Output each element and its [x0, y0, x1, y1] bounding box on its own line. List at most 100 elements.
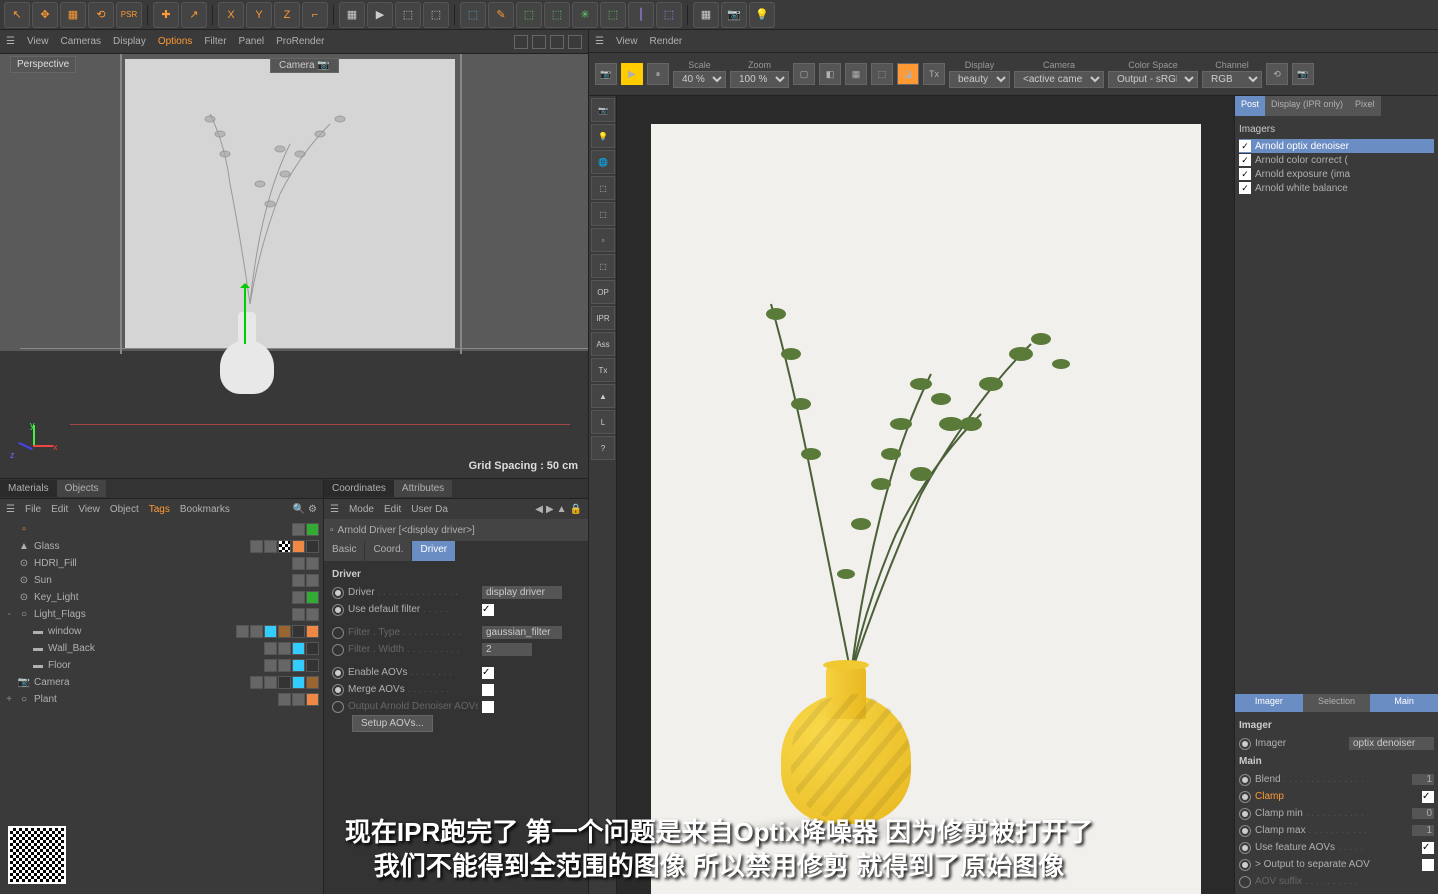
- sidebar-btn[interactable]: OP: [591, 280, 615, 304]
- object-row[interactable]: ▬Wall_Back: [0, 640, 323, 657]
- object-row[interactable]: ▲Glass: [0, 538, 323, 555]
- tab-display-ipr[interactable]: Display (IPR only): [1265, 96, 1349, 116]
- subtab-basic[interactable]: Basic: [324, 541, 365, 561]
- render-region-btn[interactable]: ⬚: [423, 2, 449, 28]
- object-row[interactable]: ⊙Sun: [0, 572, 323, 589]
- tags-menu[interactable]: Tags: [149, 504, 170, 515]
- refresh-btn[interactable]: ⟲: [1266, 63, 1288, 85]
- imager-item[interactable]: ✓Arnold color correct (: [1239, 153, 1434, 167]
- imager-item[interactable]: ✓Arnold optix denoiser: [1239, 139, 1434, 153]
- axis-y-btn[interactable]: Y: [246, 2, 272, 28]
- hamburger-icon[interactable]: ☰: [6, 504, 15, 515]
- render-btn[interactable]: ▶: [367, 2, 393, 28]
- nav-icon[interactable]: [532, 35, 546, 49]
- tab-main[interactable]: Main: [1370, 694, 1438, 712]
- tool-locator[interactable]: ↗: [181, 2, 207, 28]
- imager-item[interactable]: ✓Arnold white balance: [1239, 181, 1434, 195]
- imager-type-input[interactable]: [1349, 737, 1434, 750]
- display-select[interactable]: beauty: [949, 71, 1010, 88]
- search-icon[interactable]: 🔍: [293, 504, 305, 515]
- tab-imager[interactable]: Imager: [1235, 694, 1303, 712]
- display-menu[interactable]: Display: [113, 36, 146, 47]
- edit-menu[interactable]: Edit: [384, 504, 401, 515]
- sidebar-btn[interactable]: IPR: [591, 306, 615, 330]
- tool-rotate[interactable]: ⟲: [88, 2, 114, 28]
- tool-crosshair[interactable]: ✚: [153, 2, 179, 28]
- options-menu[interactable]: Options: [158, 36, 192, 47]
- userdata-menu[interactable]: User Da: [411, 504, 448, 515]
- sidebar-btn[interactable]: L: [591, 410, 615, 434]
- axis-x-btn[interactable]: X: [218, 2, 244, 28]
- lock-icon[interactable]: 🔒: [570, 504, 582, 515]
- picture-viewer-btn[interactable]: ⬚: [395, 2, 421, 28]
- nav-icon[interactable]: [568, 35, 582, 49]
- tool-select[interactable]: ↖: [4, 2, 30, 28]
- tool-move[interactable]: ✥: [32, 2, 58, 28]
- channel-select[interactable]: RGB: [1202, 71, 1262, 88]
- region-btn[interactable]: ▢: [793, 63, 815, 85]
- scale-select[interactable]: 40 %: [673, 71, 726, 88]
- floor-btn[interactable]: ▦: [693, 2, 719, 28]
- array-btn[interactable]: ⬚: [544, 2, 570, 28]
- tab-pixel[interactable]: Pixel: [1349, 96, 1381, 116]
- tab-coordinates[interactable]: Coordinates: [324, 480, 394, 497]
- sidebar-btn[interactable]: ⬚: [591, 254, 615, 278]
- edit-menu[interactable]: Edit: [51, 504, 68, 515]
- tab-objects[interactable]: Objects: [57, 480, 107, 497]
- imager-item[interactable]: ✓Arnold exposure (ima: [1239, 167, 1434, 181]
- hamburger-icon[interactable]: ☰: [595, 36, 604, 47]
- object-row[interactable]: +○Plant: [0, 691, 323, 708]
- sidebar-btn[interactable]: 📷: [591, 98, 615, 122]
- hamburger-icon[interactable]: ☰: [6, 36, 15, 47]
- nav-back-icon[interactable]: ◀: [535, 504, 543, 515]
- subtab-coord[interactable]: Coord.: [365, 541, 412, 561]
- sidebar-btn[interactable]: ⬚: [591, 176, 615, 200]
- nav-icon[interactable]: [514, 35, 528, 49]
- hamburger-icon[interactable]: ☰: [330, 504, 339, 515]
- filter-menu[interactable]: Filter: [204, 36, 226, 47]
- sidebar-btn[interactable]: Tx: [591, 358, 615, 382]
- deformer-btn[interactable]: ⎮: [628, 2, 654, 28]
- object-row[interactable]: ▬window: [0, 623, 323, 640]
- tab-attributes[interactable]: Attributes: [394, 480, 452, 497]
- cameras-menu[interactable]: Cameras: [60, 36, 101, 47]
- coord-system-btn[interactable]: ⌐: [302, 2, 328, 28]
- nav-up-icon[interactable]: ▲: [557, 504, 567, 515]
- bookmarks-menu[interactable]: Bookmarks: [180, 504, 230, 515]
- field-btn[interactable]: ⬚: [656, 2, 682, 28]
- camera-select[interactable]: <active camera>: [1014, 71, 1104, 88]
- tab-materials[interactable]: Materials: [0, 480, 57, 497]
- view-menu[interactable]: View: [616, 36, 638, 47]
- nav-icon[interactable]: [550, 35, 564, 49]
- sidebar-btn[interactable]: ▲: [591, 384, 615, 408]
- object-row[interactable]: 📷Camera: [0, 674, 323, 691]
- colorspace-select[interactable]: Output - sRGB: [1108, 71, 1198, 88]
- render-menu[interactable]: Render: [649, 36, 682, 47]
- file-menu[interactable]: File: [25, 504, 41, 515]
- view-menu[interactable]: View: [78, 504, 100, 515]
- render-settings-btn[interactable]: ▦: [339, 2, 365, 28]
- play-button[interactable]: ▶: [621, 63, 643, 85]
- overlay-btn[interactable]: ▦: [845, 63, 867, 85]
- crop-btn[interactable]: ◧: [819, 63, 841, 85]
- cloner-btn[interactable]: ⬚: [600, 2, 626, 28]
- zoom-select[interactable]: 100 %: [730, 71, 789, 88]
- snapshot2-btn[interactable]: 📷: [1292, 63, 1314, 85]
- object-row[interactable]: ▬Floor: [0, 657, 323, 674]
- mode-menu[interactable]: Mode: [349, 504, 374, 515]
- instance-btn[interactable]: ✳: [572, 2, 598, 28]
- snapshot-btn[interactable]: ⬚: [871, 63, 893, 85]
- setup-aovs-button[interactable]: Setup AOVs...: [352, 715, 433, 732]
- pen-tool-btn[interactable]: ✎: [488, 2, 514, 28]
- subtab-driver[interactable]: Driver: [412, 541, 456, 561]
- tool-scale[interactable]: ▦: [60, 2, 86, 28]
- panel-menu[interactable]: Panel: [239, 36, 265, 47]
- text-btn[interactable]: Tx: [923, 63, 945, 85]
- sidebar-btn[interactable]: ?: [591, 436, 615, 460]
- view-menu[interactable]: View: [27, 36, 49, 47]
- sidebar-btn[interactable]: ▫: [591, 228, 615, 252]
- sidebar-btn[interactable]: 🌐: [591, 150, 615, 174]
- tab-post[interactable]: Post: [1235, 96, 1265, 116]
- filter-icon[interactable]: ⚙: [308, 504, 317, 515]
- object-row[interactable]: ⊙Key_Light: [0, 589, 323, 606]
